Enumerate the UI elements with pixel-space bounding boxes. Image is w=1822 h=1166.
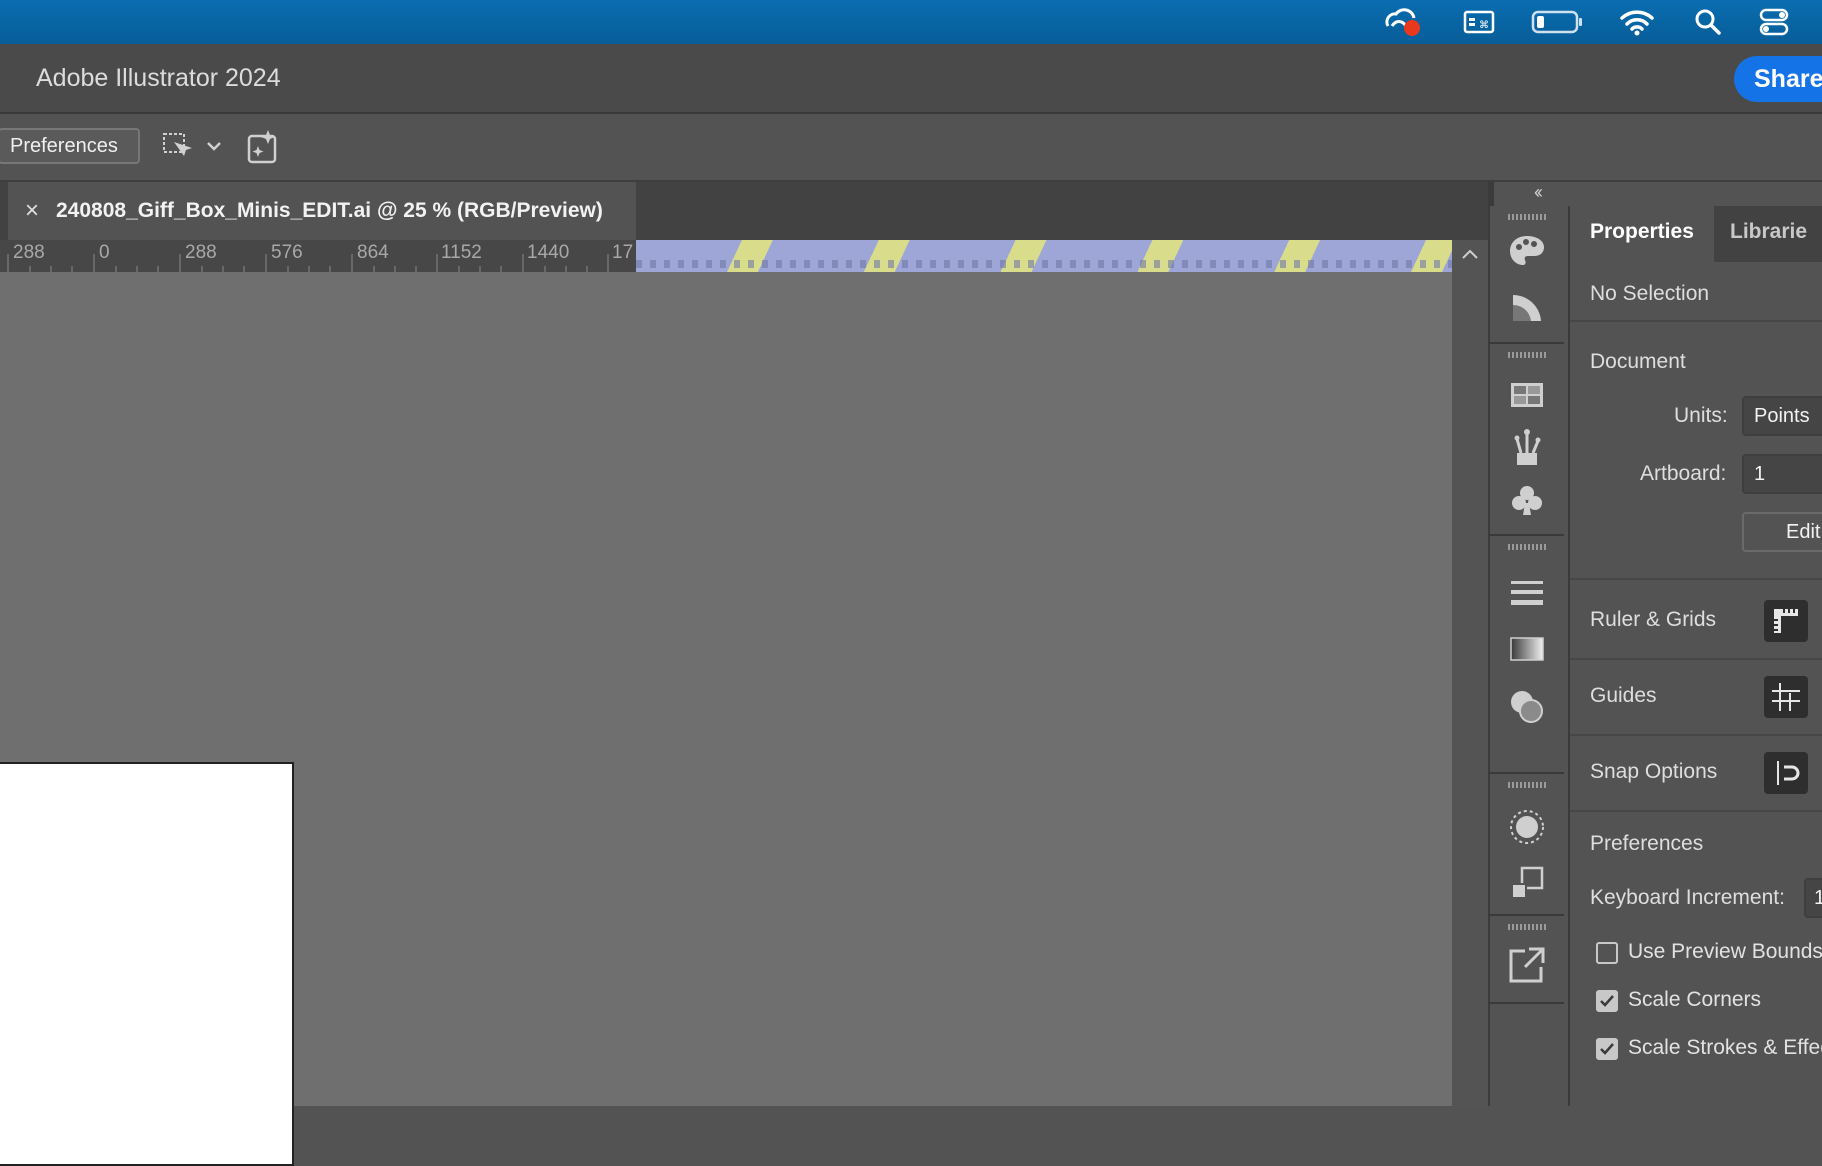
- panel-icon-strip: [1490, 206, 1564, 1106]
- color-guide-icon[interactable]: [1506, 286, 1548, 328]
- generative-ai-icon[interactable]: [246, 128, 282, 166]
- use-preview-bounds-label: Use Preview Bounds: [1628, 940, 1822, 963]
- ruler-tick-label: 1152: [441, 242, 482, 263]
- ruler-pattern-overflow: [636, 240, 1452, 272]
- guides-label: Guides: [1590, 684, 1657, 707]
- divider: [1570, 734, 1822, 736]
- keyboard-increment-label: Keyboard Increment:: [1590, 886, 1785, 909]
- control-center-icon[interactable]: [1756, 6, 1792, 38]
- use-preview-bounds-checkbox[interactable]: [1596, 942, 1618, 964]
- symbols-icon[interactable]: [1506, 480, 1548, 522]
- snap-icon[interactable]: [1764, 752, 1808, 794]
- checkmark-icon: [1600, 995, 1614, 1007]
- icon-group: [1490, 774, 1564, 916]
- ruler-grids-label: Ruler & Grids: [1590, 608, 1717, 631]
- divider: [1570, 810, 1822, 812]
- ruler-icon[interactable]: [1764, 600, 1808, 642]
- close-icon[interactable]: ×: [8, 197, 56, 225]
- document-tab-title: 240808_Giff_Box_Minis_EDIT.ai @ 25 % (RG…: [56, 199, 603, 222]
- appearance-icon[interactable]: [1506, 806, 1548, 848]
- keyboard-increment-field[interactable]: 1: [1804, 878, 1822, 918]
- creative-cloud-icon[interactable]: [1380, 6, 1424, 38]
- icon-group: [1490, 206, 1564, 344]
- scale-strokes-effects-checkbox[interactable]: [1596, 1038, 1618, 1060]
- ruler-tick-label: 576: [271, 242, 303, 263]
- grip-handle[interactable]: [1508, 924, 1546, 930]
- artboard-label: Artboard:: [1640, 462, 1727, 485]
- vertical-scrollbar[interactable]: [1452, 240, 1488, 1106]
- divider: [1570, 320, 1822, 322]
- tab-libraries[interactable]: Librarie: [1730, 220, 1807, 244]
- grip-handle[interactable]: [1508, 544, 1546, 550]
- transparency-icon[interactable]: [1506, 686, 1548, 728]
- preferences-button[interactable]: Preferences: [0, 128, 140, 164]
- grip-handle[interactable]: [1508, 782, 1546, 788]
- control-bar: Preferences: [0, 114, 1822, 182]
- icon-group: [1490, 916, 1564, 1004]
- spotlight-search-icon[interactable]: [1692, 6, 1724, 38]
- svg-text:⌘: ⌘: [1479, 20, 1489, 31]
- ruler-tick-label: 864: [357, 242, 389, 263]
- ruler-tick-label: 17: [612, 242, 634, 263]
- document-tab-bar: × 240808_Giff_Box_Minis_EDIT.ai @ 25 % (…: [0, 182, 1488, 240]
- preferences-heading: Preferences: [1590, 832, 1704, 855]
- edit-artboards-button[interactable]: Edit: [1742, 512, 1822, 552]
- battery-icon[interactable]: [1530, 6, 1584, 38]
- scale-strokes-effects-label: Scale Strokes & Effec: [1628, 1036, 1822, 1059]
- units-dropdown[interactable]: Points: [1742, 396, 1822, 436]
- wifi-icon[interactable]: [1618, 6, 1656, 38]
- ruler-tick-label: 0: [99, 242, 110, 263]
- panel-tabs: Properties Librarie: [1570, 206, 1822, 262]
- brushes-icon[interactable]: [1506, 426, 1548, 468]
- tab-properties[interactable]: Properties: [1590, 220, 1694, 244]
- properties-panel: Properties Librarie No Selection Documen…: [1568, 206, 1822, 1106]
- document-tab[interactable]: × 240808_Giff_Box_Minis_EDIT.ai @ 25 % (…: [8, 182, 636, 240]
- macos-menu-bar: ⌘: [0, 0, 1822, 44]
- horizontal-ruler: 288 0 288 576 864 1152 1440 17: [0, 240, 636, 273]
- app-title-bar: Adobe Illustrator 2024 Share: [0, 44, 1822, 114]
- ruler-tick-label: 288: [13, 242, 45, 263]
- scroll-up-icon[interactable]: [1460, 246, 1480, 262]
- ruler-tick-label: 1440: [527, 242, 570, 263]
- divider: [1570, 578, 1822, 580]
- canvas-area[interactable]: [0, 272, 1452, 1166]
- scale-corners-label: Scale Corners: [1628, 988, 1762, 1011]
- grip-handle[interactable]: [1508, 214, 1546, 220]
- scale-corners-checkbox[interactable]: [1596, 990, 1618, 1012]
- artboard[interactable]: [0, 762, 294, 1166]
- document-heading: Document: [1590, 350, 1686, 373]
- gradient-icon[interactable]: [1506, 628, 1548, 670]
- chevron-down-icon[interactable]: [204, 136, 224, 156]
- selection-state: No Selection: [1590, 282, 1710, 305]
- app-title: Adobe Illustrator 2024: [36, 64, 281, 92]
- collapse-panels-icon[interactable]: ‹‹: [1534, 182, 1543, 203]
- artboard-field[interactable]: 1: [1742, 454, 1822, 494]
- icon-group: [1490, 536, 1564, 774]
- swatches-icon[interactable]: [1506, 374, 1548, 416]
- ruler-tick-label: 288: [185, 242, 217, 263]
- grip-handle[interactable]: [1508, 352, 1546, 358]
- share-button[interactable]: Share: [1734, 56, 1822, 102]
- icon-group: [1490, 344, 1564, 536]
- export-icon[interactable]: [1506, 944, 1548, 986]
- selection-tool-options-icon[interactable]: [160, 130, 196, 164]
- color-palette-icon[interactable]: [1506, 230, 1548, 272]
- stroke-icon[interactable]: [1506, 572, 1548, 614]
- snap-options-label: Snap Options: [1590, 760, 1718, 783]
- transform-icon[interactable]: [1506, 862, 1548, 904]
- guides-icon[interactable]: [1764, 676, 1808, 718]
- divider: [1570, 658, 1822, 660]
- keyboard-input-icon[interactable]: ⌘: [1462, 6, 1496, 38]
- units-label: Units:: [1674, 404, 1728, 427]
- checkmark-icon: [1600, 1043, 1614, 1055]
